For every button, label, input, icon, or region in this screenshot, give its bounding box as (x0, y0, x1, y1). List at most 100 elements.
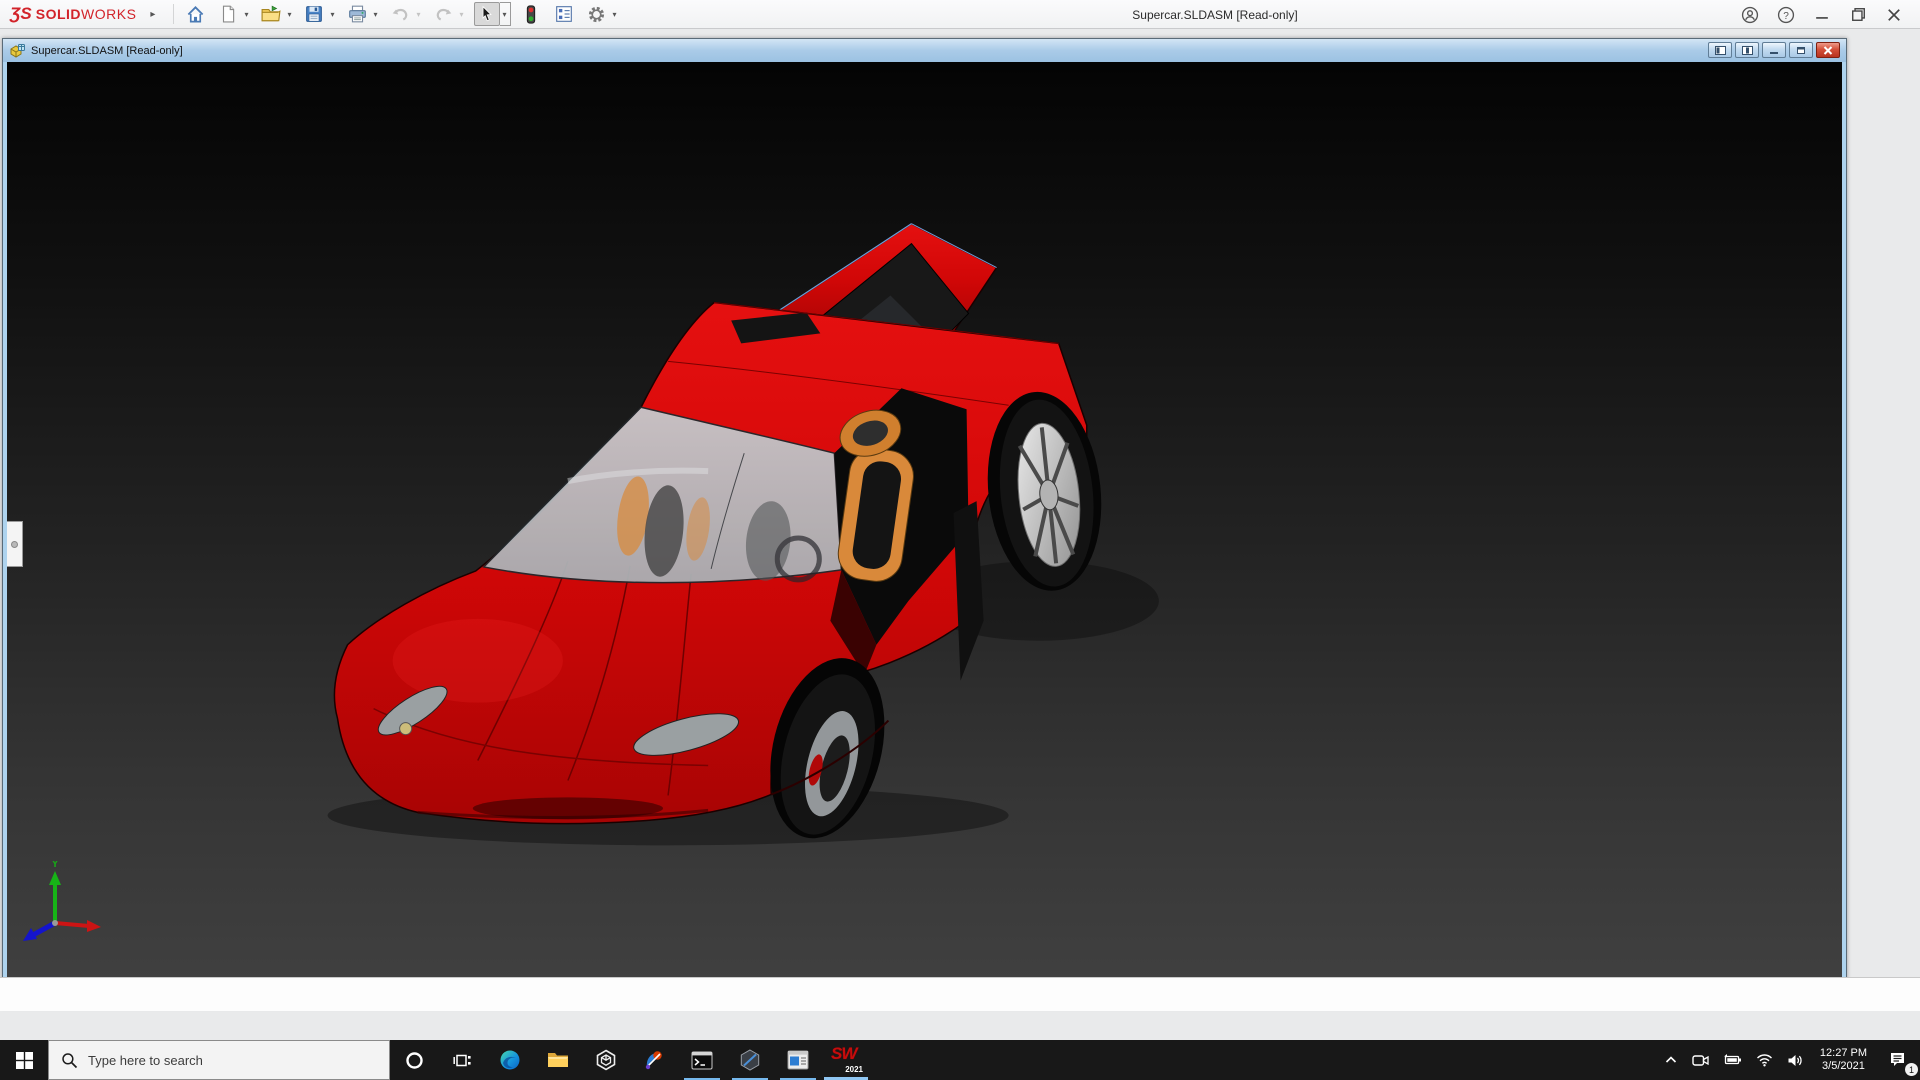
restore-icon (1851, 7, 1866, 22)
clock-time: 12:27 PM (1820, 1047, 1867, 1060)
taskbar-edge-button[interactable] (486, 1040, 534, 1080)
undo-caret-icon[interactable]: ▾ (414, 10, 424, 19)
doc-close-button[interactable] (1816, 42, 1840, 58)
volume-icon (1787, 1053, 1804, 1068)
cortana-icon (405, 1051, 424, 1070)
tray-clock[interactable]: 12:27 PM 3/5/2021 (1811, 1040, 1876, 1080)
solidworks-2021-icon: SW 2021 (831, 1045, 861, 1075)
solidworks-logo-works: WORKS (81, 6, 136, 22)
document-title: Supercar.SLDASM [Read-only] (31, 45, 183, 57)
open-caret-icon[interactable]: ▾ (284, 10, 294, 19)
minimize-icon (1815, 8, 1829, 22)
start-button[interactable] (0, 1040, 48, 1080)
save-caret-icon[interactable]: ▾ (327, 10, 337, 19)
action-center-button[interactable]: 1 (1876, 1040, 1920, 1080)
doc-minimize-icon (1769, 46, 1779, 55)
featuremanager-collapsed-tab[interactable] (7, 521, 23, 567)
pane-right-icon (1742, 46, 1753, 55)
svg-text:?: ? (1783, 10, 1789, 21)
close-icon (1887, 8, 1901, 22)
tray-volume-button[interactable] (1780, 1040, 1811, 1080)
doc-restore-button[interactable] (1789, 42, 1813, 58)
sw-logo-text: SW (831, 1044, 856, 1064)
orientation-triad[interactable]: Y X (17, 861, 107, 971)
taskbar-3dviewer-button[interactable] (582, 1040, 630, 1080)
windows-taskbar: SW 2021 12:27 PM 3/5/2021 (0, 1040, 1920, 1080)
rebuild-traffic-light-icon (523, 5, 539, 24)
main-toolbar: ƷSSOLIDWORKS ▸ ▾ ▾ ▾ ▾ ▾ ▾ (0, 0, 1920, 29)
home-button[interactable] (182, 2, 208, 26)
command-prompt-icon (691, 1051, 713, 1070)
clock-date: 3/5/2021 (1822, 1060, 1865, 1073)
tray-show-hidden-button[interactable] (1657, 1040, 1685, 1080)
doc-minimize-button[interactable] (1762, 42, 1786, 58)
taskbar-taskview-button[interactable] (438, 1040, 486, 1080)
battery-charging-icon (1723, 1053, 1742, 1067)
redo-caret-icon[interactable]: ▾ (457, 10, 467, 19)
print-button[interactable] (344, 2, 370, 26)
panel-tab-dot-icon (11, 541, 18, 548)
task-view-icon (453, 1051, 472, 1070)
menu-flyout-arrow-icon[interactable]: ▸ (150, 9, 155, 20)
select-cursor-icon (478, 5, 496, 23)
select-tool-button[interactable] (474, 2, 500, 26)
restore-button[interactable] (1840, 0, 1876, 29)
file-explorer-icon (547, 1050, 569, 1070)
open-folder-icon (261, 5, 281, 23)
minimize-button[interactable] (1804, 0, 1840, 29)
status-bar (0, 977, 1920, 1011)
options-gear-icon (587, 5, 606, 24)
help-icon: ? (1777, 6, 1795, 24)
notification-count-badge: 1 (1905, 1063, 1918, 1076)
solidworks-logo-solid: SOLID (36, 6, 81, 22)
car-model-3d[interactable] (7, 62, 1842, 1001)
print-caret-icon[interactable]: ▾ (370, 10, 380, 19)
doc-pane-right-button[interactable] (1735, 42, 1759, 58)
meet-now-icon (1692, 1053, 1709, 1068)
new-document-caret-icon[interactable]: ▾ (241, 10, 251, 19)
taskbar-search[interactable] (48, 1040, 390, 1080)
doc-pane-left-button[interactable] (1708, 42, 1732, 58)
taskbar-cortana-button[interactable] (390, 1040, 438, 1080)
client-area: Supercar.SLDASM [Read-only] (0, 29, 1920, 1006)
taskbar-composer-button[interactable] (774, 1040, 822, 1080)
display-settings-button[interactable] (551, 2, 577, 26)
assembly-document-icon (9, 43, 26, 58)
tray-wifi-button[interactable] (1749, 1040, 1780, 1080)
taskbar-snip-button[interactable] (630, 1040, 678, 1080)
close-button[interactable] (1876, 0, 1912, 29)
home-icon (186, 5, 205, 24)
document-window: Supercar.SLDASM [Read-only] (2, 38, 1847, 1007)
graphics-viewport[interactable]: Y X *Dimetric (7, 62, 1842, 1001)
taskbar-3dexperience-button[interactable] (726, 1040, 774, 1080)
display-settings-icon (555, 5, 573, 23)
select-tool-caret-icon[interactable]: ▾ (500, 2, 511, 26)
tray-battery-button[interactable] (1716, 1040, 1749, 1080)
undo-button[interactable] (388, 2, 414, 26)
redo-button[interactable] (431, 2, 457, 26)
search-input[interactable] (88, 1053, 358, 1068)
hexagon-app-icon (739, 1049, 761, 1071)
save-button[interactable] (301, 2, 327, 26)
save-icon (305, 5, 323, 23)
rebuild-button[interactable] (518, 2, 544, 26)
taskbar-terminal-button[interactable] (678, 1040, 726, 1080)
document-titlebar[interactable]: Supercar.SLDASM [Read-only] (3, 39, 1846, 62)
doc-restore-icon (1796, 46, 1806, 55)
taskbar-explorer-button[interactable] (534, 1040, 582, 1080)
solidworks-logo[interactable]: ƷSSOLIDWORKS (10, 4, 136, 24)
new-document-icon (219, 5, 237, 23)
help-button[interactable]: ? (1768, 0, 1804, 29)
open-button[interactable] (258, 2, 284, 26)
options-button[interactable] (584, 2, 610, 26)
pane-left-icon (1715, 46, 1726, 55)
taskbar-solidworks-button[interactable]: SW 2021 (822, 1040, 870, 1080)
tray-meetnow-button[interactable] (1685, 1040, 1716, 1080)
account-button[interactable] (1732, 0, 1768, 29)
system-tray: 12:27 PM 3/5/2021 1 (1657, 1040, 1920, 1080)
options-caret-icon[interactable]: ▾ (610, 10, 620, 19)
new-document-button[interactable] (215, 2, 241, 26)
sw-year-text: 2021 (845, 1065, 863, 1074)
triad-y-label: Y (51, 861, 59, 870)
blue-window-app-icon (787, 1050, 809, 1070)
